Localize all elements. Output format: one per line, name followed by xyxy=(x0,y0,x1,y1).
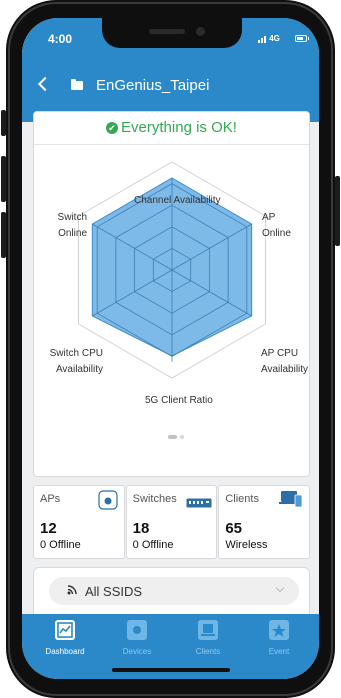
wifi-icon xyxy=(67,585,79,598)
radar-label-ap-cpu-line1: AP CPU xyxy=(261,348,299,359)
stat-clients-sub: Wireless xyxy=(225,539,268,551)
stat-aps-sub: 0 Offline xyxy=(40,539,81,551)
site-title: EnGenius_Taipei xyxy=(96,77,210,94)
devices-icon xyxy=(127,620,147,640)
nav-row: EnGenius_Taipei xyxy=(22,74,319,102)
radar-label-5g-client-ratio: 5G Client Ratio xyxy=(145,395,213,406)
access-point-icon xyxy=(98,490,118,515)
clients-devices-icon xyxy=(279,490,303,513)
tab-event[interactable]: Event xyxy=(244,620,314,656)
radar-label-switch-cpu-line2: Availability xyxy=(55,364,103,375)
front-camera xyxy=(196,27,205,36)
stat-card-aps[interactable]: APs 12 0 Offline xyxy=(33,485,125,559)
side-button-mute xyxy=(1,110,6,136)
battery-fill xyxy=(297,37,304,40)
status-time: 4:00 xyxy=(48,32,73,46)
tab-clients[interactable]: Clients xyxy=(173,620,243,656)
radar-label-channel-availability: Channel Availability xyxy=(134,195,221,206)
tab-event-label: Event xyxy=(268,647,290,656)
chevron-down-icon xyxy=(275,583,285,593)
folder-icon xyxy=(71,79,83,90)
signal-bars-icon xyxy=(258,34,267,43)
signal-indicator: 4G xyxy=(258,34,280,43)
top-bar: 4:00 4G EnGenius_Taipei xyxy=(22,18,319,122)
stat-switches-count: 18 xyxy=(132,520,150,537)
radar-label-ap-cpu-availability: AP CPU Availability xyxy=(261,347,308,376)
stat-aps-count: 12 xyxy=(40,520,57,537)
clients-icon xyxy=(198,620,218,640)
tab-dashboard[interactable]: Dashboard xyxy=(30,620,100,656)
stats-row: APs 12 0 Offline Switches 18 0 Offline C… xyxy=(33,485,311,559)
check-circle-icon: ✔ xyxy=(106,122,119,134)
radar-label-switch-cpu-availability: Switch CPU Availability xyxy=(23,347,103,376)
side-button-power xyxy=(335,176,340,246)
radar-label-switch-online-line1: Switch xyxy=(57,212,87,223)
status-bar: 4:00 4G xyxy=(22,18,319,64)
page-dot-active[interactable] xyxy=(168,435,177,439)
health-message: Everything is OK! xyxy=(121,119,237,136)
side-button-volume-down xyxy=(1,212,6,258)
stat-clients-count: 65 xyxy=(225,520,243,537)
page-dot[interactable] xyxy=(180,435,184,439)
switch-icon xyxy=(186,495,212,513)
stat-card-clients[interactable]: Clients 65 Wireless xyxy=(218,485,311,559)
radar-label-ap-online-line2: Online xyxy=(262,228,291,239)
speaker-grille xyxy=(149,29,185,34)
radar-label-ap-cpu-line2: Availability xyxy=(261,364,309,375)
event-icon xyxy=(269,620,289,640)
tab-devices[interactable]: Devices xyxy=(102,620,172,656)
radar-label-ap-online-line1: AP xyxy=(262,212,276,223)
radar-label-ap-online: AP Online xyxy=(262,211,291,240)
bottom-tab-bar: Dashboard Devices Clients Event xyxy=(22,614,319,679)
network-type: 4G xyxy=(269,34,280,43)
ssid-select[interactable]: All SSIDS xyxy=(49,577,299,605)
page-indicator xyxy=(168,426,187,444)
notch xyxy=(102,18,242,48)
app-screen: 4:00 4G EnGenius_Taipei ✔ Everything is O… xyxy=(22,18,319,679)
stat-switches-sub: 0 Offline xyxy=(132,539,174,551)
tab-clients-label: Clients xyxy=(195,647,221,656)
dashboard-icon xyxy=(55,620,75,640)
tab-devices-label: Devices xyxy=(122,647,152,656)
stat-card-switches[interactable]: Switches 18 0 Offline xyxy=(125,485,218,559)
back-arrow-icon[interactable] xyxy=(37,76,53,92)
battery-icon xyxy=(295,35,309,42)
health-card: ✔ Everything is OK! Channel Availability … xyxy=(33,111,310,477)
ssid-select-value: All SSIDS xyxy=(85,584,143,599)
health-banner: ✔ Everything is OK! xyxy=(34,112,309,145)
radar-label-switch-online-line2: Online xyxy=(58,228,87,239)
tab-dashboard-label: Dashboard xyxy=(45,647,85,656)
radar-label-switch-cpu-line1: Switch CPU xyxy=(49,348,103,359)
home-indicator xyxy=(112,668,230,672)
radar-label-switch-online: Switch Online xyxy=(27,211,87,240)
side-button-volume-up xyxy=(1,156,6,202)
